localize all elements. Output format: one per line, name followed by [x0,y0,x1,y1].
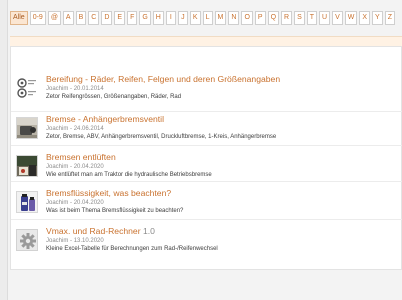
entry-title[interactable]: Bremsen entlüften [46,152,116,162]
filter-v[interactable]: V [332,11,343,25]
entry-date: 20.04.2020 [73,200,104,206]
entry-meta: Joachim - 20.01.2014 [46,86,104,92]
brake-fluid-bottle-photo[interactable] [16,191,38,213]
entry-author[interactable]: Joachim [46,86,68,92]
filter-0-9[interactable]: 0-9 [29,11,46,25]
filter-s[interactable]: S [294,11,305,25]
list-item: Bremsflüssigkeit, was beachten? Joachim … [11,181,402,223]
list-item: Bereifung - Räder, Reifen, Felgen und de… [11,67,402,109]
filter-p[interactable]: P [254,11,266,25]
filter-z[interactable]: Z [384,11,395,25]
filter-o[interactable]: O [241,11,253,25]
filter-x[interactable]: X [359,11,371,25]
entry-title-text[interactable]: Vmax. und Rad-Rechner [46,226,141,236]
filter-m[interactable]: M [214,11,227,25]
filter-c[interactable]: C [88,11,100,25]
wheel-tires-icon[interactable] [16,77,38,99]
entry-author[interactable]: Joachim [46,164,68,170]
entry-description: Zetor, Bremse, ABV, Anhängerbremsventil,… [46,134,277,140]
filter-r[interactable]: R [281,11,293,25]
filter-t[interactable]: T [306,11,318,25]
filter-j[interactable]: J [177,11,188,25]
entry-author[interactable]: Joachim [46,238,68,244]
filter-l[interactable]: L [202,11,213,25]
entry-description: Zetor Reifengrössen, Größenangaben, Räde… [46,94,182,100]
filter-w[interactable]: W [344,11,358,25]
filter-h[interactable]: H [152,11,164,25]
entry-meta: Joachim - 24.06.2014 [46,126,104,132]
list-item: Bremse - Anhängerbremsventil Joachim - 2… [11,107,402,149]
left-rail [0,0,8,300]
entry-meta: Joachim - 20.04.2020 [46,164,104,170]
entry-title[interactable]: Bremsflüssigkeit, was beachten? [46,188,171,198]
filter-at[interactable]: @ [47,11,61,25]
entry-date: 20.04.2020 [73,164,104,170]
filter-a[interactable]: A [62,11,74,25]
entry-meta: Joachim - 20.04.2020 [46,200,104,206]
entry-description: Was ist beim Thema Bremsflüssigkeit zu b… [46,208,184,214]
filter-all[interactable]: Alle [10,11,28,25]
filter-g[interactable]: G [139,11,151,25]
gear-icon[interactable] [16,229,38,251]
entry-author[interactable]: Joachim [46,126,68,132]
entry-title[interactable]: Bremse - Anhängerbremsventil [46,114,164,124]
entry-description: Wie entlüftet man am Traktor die hydraul… [46,172,212,178]
filter-b[interactable]: B [75,11,87,25]
entry-date: 20.01.2014 [73,86,104,92]
filter-d[interactable]: D [101,11,113,25]
entry-version: 1.0 [142,226,155,236]
entry-date: 13.10.2020 [73,238,104,244]
entry-title[interactable]: Bereifung - Räder, Reifen, Felgen und de… [46,74,280,84]
filter-y[interactable]: Y [372,11,383,25]
list-item: Vmax. und Rad-Rechner 1.0 Joachim - 13.1… [11,219,402,261]
filter-u[interactable]: U [319,11,331,25]
entry-author[interactable]: Joachim [46,200,68,206]
filter-e[interactable]: E [114,11,126,25]
filter-f[interactable]: F [127,11,138,25]
resource-list: Bereifung - Räder, Reifen, Felgen und de… [10,46,402,270]
filter-n[interactable]: N [228,11,240,25]
entry-meta: Joachim - 13.10.2020 [46,238,104,244]
entry-title[interactable]: Vmax. und Rad-Rechner 1.0 [46,226,155,236]
filter-k[interactable]: K [189,11,201,25]
filter-q[interactable]: Q [267,11,280,25]
alphabet-filter-bar: Alle 0-9 @ A B C D E F G H I J K L M N O… [10,11,395,25]
entry-description: Kleine Excel-Tabelle für Berechnungen zu… [46,246,218,252]
brake-bleeding-photo[interactable] [16,155,38,177]
filter-i[interactable]: I [165,11,176,25]
entry-date: 24.06.2014 [73,126,104,132]
brake-valve-photo[interactable] [16,117,38,139]
